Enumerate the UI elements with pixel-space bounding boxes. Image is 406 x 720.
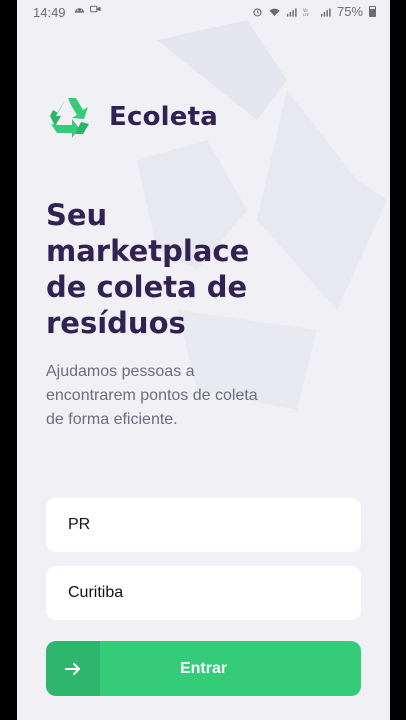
status-time: 14:49 [33,5,66,20]
recycle-icon [50,98,89,138]
app-name: Ecoleta [109,102,218,132]
app-logo: Ecoleta [45,96,218,138]
city-select[interactable]: Curitiba [46,566,361,620]
city-select-value: Curitiba [68,584,124,601]
hero-title: Seu marketplace de coleta de resíduos [46,198,250,340]
hero-description: Ajudamos pessoas a encontrarem pontos de… [46,363,258,428]
uf-select-value: PR [68,516,91,533]
video-icon [90,5,101,13]
enter-button-label: Entrar [179,659,228,677]
uf-select[interactable]: PR [46,498,361,552]
android-icon [74,8,85,13]
enter-icon-box [46,641,100,696]
arrow-right-icon [65,662,80,675]
enter-button[interactable]: Entrar [46,641,361,696]
app-screen: 14:49 Vo LTE 75% Ecoleta Seu marketplace… [17,0,390,720]
